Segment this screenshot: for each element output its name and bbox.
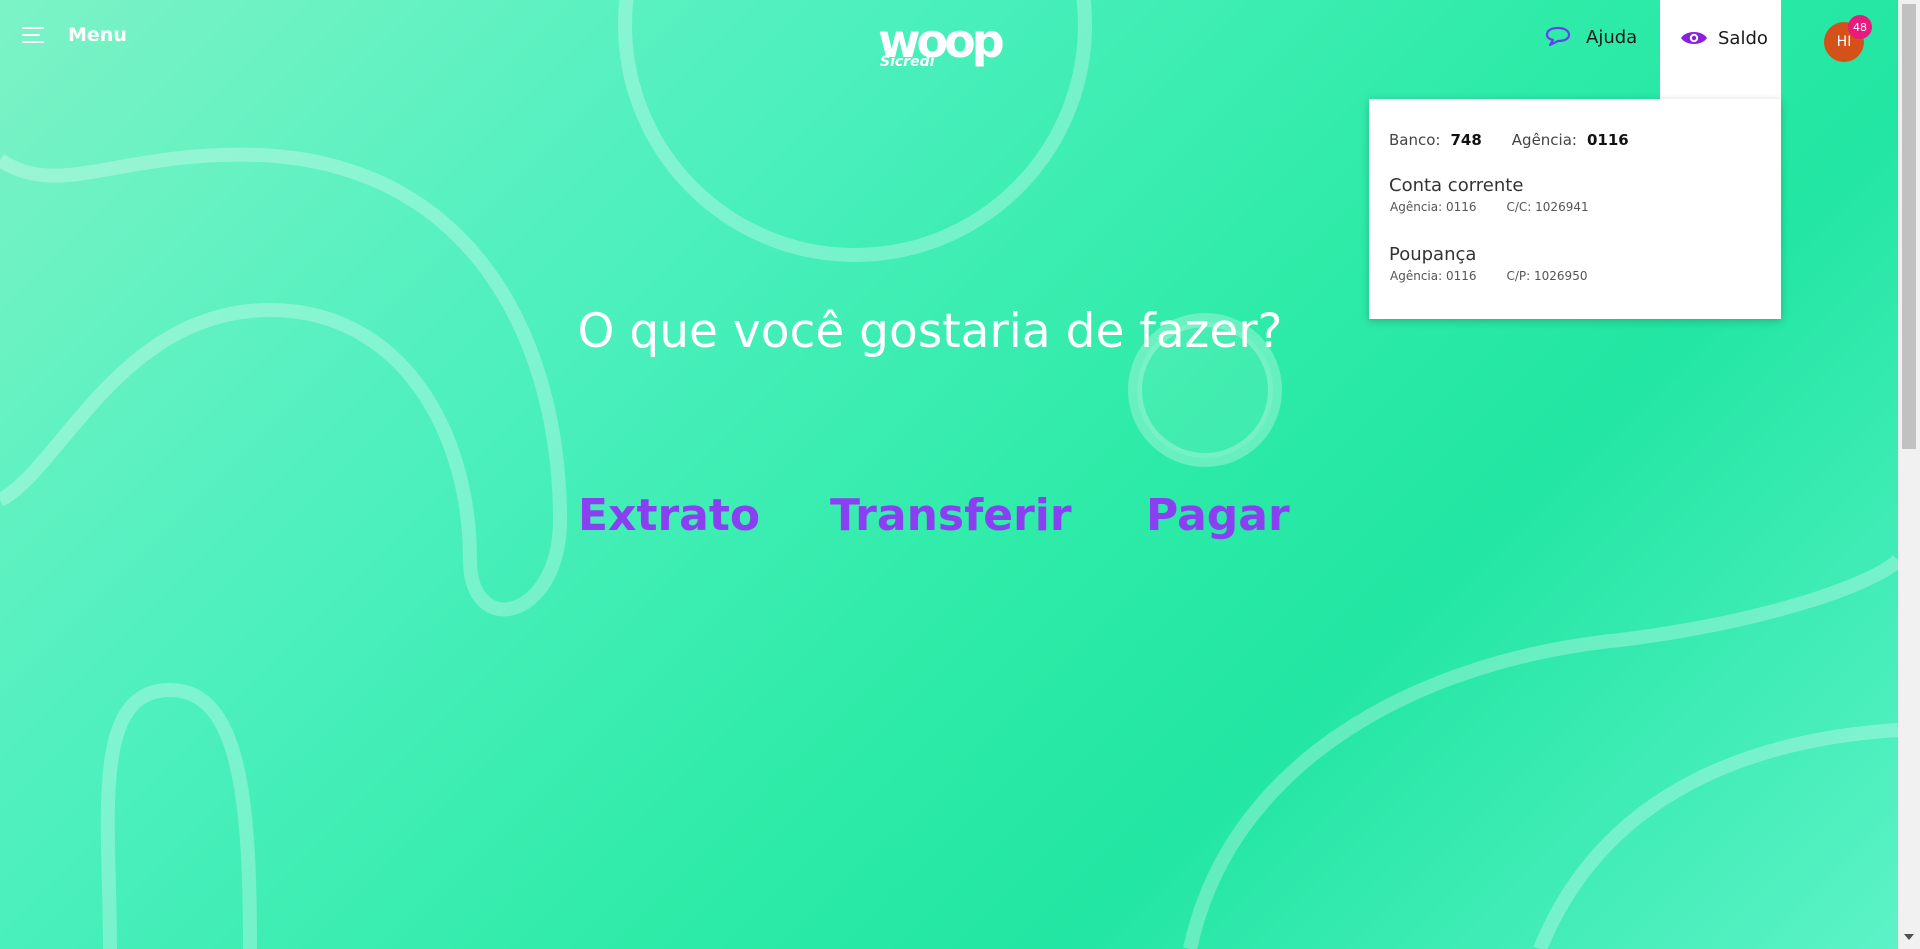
avatar-initials: HI <box>1836 34 1852 50</box>
bank-info: Banco: 748 Agência: 0116 <box>1389 131 1659 149</box>
help-button[interactable]: Ajuda <box>1544 26 1637 48</box>
account-item-savings[interactable]: Poupança Agência: 0116 C/P: 1026950 <box>1389 244 1587 283</box>
notification-badge[interactable]: 48 <box>1848 15 1872 39</box>
hamburger-icon <box>22 27 44 43</box>
bank-label: Banco: <box>1389 131 1441 149</box>
balance-dropdown: Banco: 748 Agência: 0116 Conta corrente … <box>1369 99 1781 319</box>
scrollbar-thumb[interactable] <box>1902 4 1916 449</box>
notification-count: 48 <box>1853 20 1867 34</box>
account-item-checking[interactable]: Conta corrente Agência: 0116 C/C: 102694… <box>1389 175 1589 214</box>
top-bar: Menu woop Sicredi Ajuda Saldo HI 48 <box>0 0 1898 100</box>
balance-button[interactable]: Saldo <box>1660 0 1781 100</box>
account-number: C/C: 1026941 <box>1506 200 1589 214</box>
help-label: Ajuda <box>1586 26 1638 48</box>
scroll-down-arrow-icon[interactable] <box>1904 934 1914 940</box>
account-agency: Agência: 0116 <box>1390 269 1477 283</box>
account-title: Poupança <box>1389 244 1477 265</box>
action-pagar[interactable]: Pagar <box>1146 490 1290 541</box>
logo-subtitle: Sicredi <box>880 54 935 70</box>
eye-icon <box>1681 32 1707 44</box>
page-question: O que você gostaria de fazer? <box>577 304 1283 359</box>
action-transferir[interactable]: Transferir <box>830 490 1072 541</box>
bank-value: 748 <box>1450 131 1482 149</box>
menu-button[interactable]: Menu <box>22 24 127 46</box>
menu-label: Menu <box>68 24 127 46</box>
chat-bubble-icon <box>1545 26 1571 47</box>
account-agency: Agência: 0116 <box>1390 200 1477 214</box>
action-extrato[interactable]: Extrato <box>578 490 760 541</box>
balance-label: Saldo <box>1718 28 1768 49</box>
account-number: C/P: 1026950 <box>1506 269 1588 283</box>
vertical-scrollbar[interactable] <box>1898 0 1920 949</box>
account-title: Conta corrente <box>1389 175 1524 196</box>
agency-value: 0116 <box>1586 131 1629 149</box>
woop-sicredi-logo[interactable]: woop Sicredi <box>878 18 1018 72</box>
agency-label: Agência: <box>1511 131 1577 149</box>
